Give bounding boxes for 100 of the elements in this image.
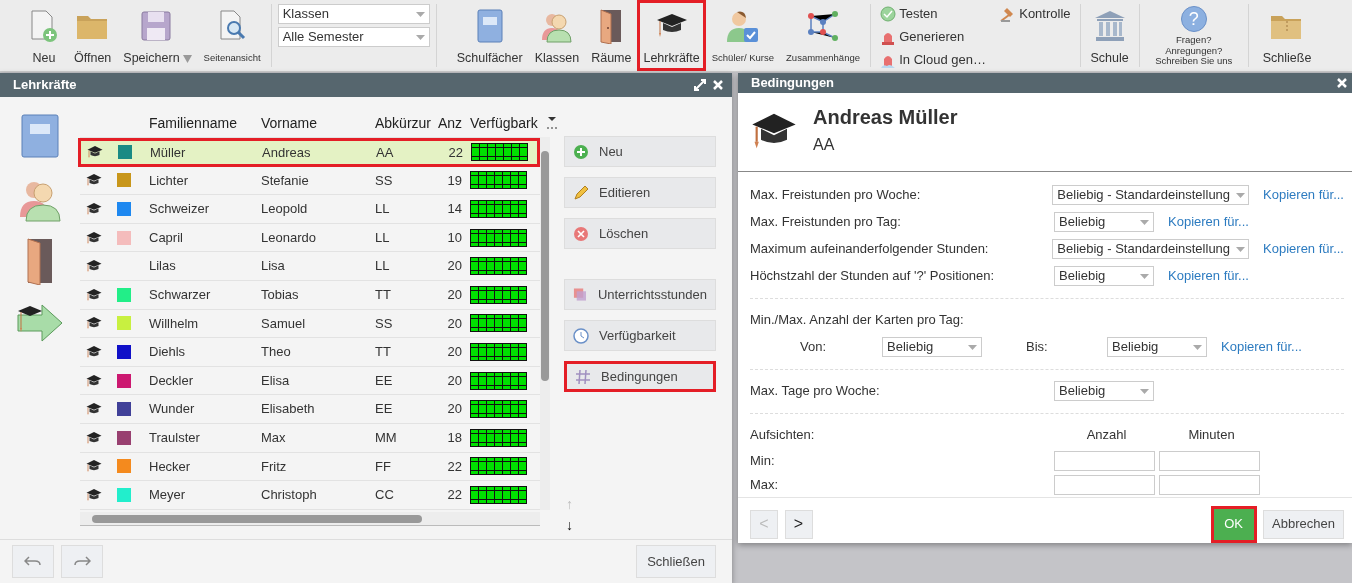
- table-row[interactable]: Schwarzer Tobias TT 20: [80, 280, 540, 310]
- close-icon[interactable]: [712, 79, 724, 91]
- table-cell-text: Stefanie: [261, 171, 310, 190]
- toolbar-button[interactable]: Klassen: [528, 0, 586, 71]
- toolbar-button[interactable]: Schüler/ Kurse: [705, 0, 781, 71]
- dropdown[interactable]: Beliebig: [882, 337, 982, 357]
- table-row[interactable]: Traulster Max MM 18: [80, 423, 540, 453]
- table-row[interactable]: Schweizer Leopold LL 14: [80, 195, 540, 224]
- field-label: Max:: [750, 475, 780, 494]
- table-cell-text: 20: [446, 400, 463, 419]
- input-field[interactable]: [1159, 474, 1260, 495]
- table-cell-text: AA: [376, 143, 395, 162]
- action-button[interactable]: Verfügbarkeit: [564, 320, 716, 351]
- action-button[interactable]: Unterrichtsstunden: [564, 279, 716, 310]
- column-header: Minuten: [1187, 426, 1236, 445]
- copy-link[interactable]: Kopieren für...: [1221, 337, 1302, 357]
- table-row[interactable]: Deckler Elisa EE 20: [80, 366, 540, 396]
- table-cell-text: Hecker: [149, 457, 192, 476]
- copy-link[interactable]: Kopieren für...: [1263, 239, 1344, 259]
- table-row[interactable]: Lilas Lisa LL 20: [80, 252, 540, 281]
- dropdown[interactable]: Beliebig - Standardeinstellung: [1052, 185, 1250, 205]
- caret-icon: [1140, 220, 1149, 226]
- cancel-button[interactable]: Abbrechen: [1263, 509, 1344, 539]
- toolbar-button[interactable]: Seitenansicht: [197, 0, 267, 71]
- dropdown[interactable]: Alle Semester: [277, 27, 430, 47]
- toolbar-action[interactable]: Generieren: [879, 25, 987, 48]
- copy-link[interactable]: Kopieren für...: [1168, 266, 1249, 286]
- availability-grid: [470, 228, 527, 247]
- table-row[interactable]: Lichter Stefanie SS 19: [80, 166, 540, 196]
- redo-button[interactable]: [60, 545, 103, 578]
- copy-link[interactable]: Kopieren für...: [1168, 212, 1249, 232]
- table-row[interactable]: Müller Andreas AA 22: [78, 138, 540, 167]
- dropdown[interactable]: Beliebig - Standardeinstellung: [1052, 239, 1250, 259]
- table-row[interactable]: Hecker Fritz FF 22: [80, 452, 540, 482]
- table-row[interactable]: Willhelm Samuel SS 20: [80, 309, 540, 339]
- availability-grid: [470, 285, 527, 304]
- action-button[interactable]: Neu: [564, 136, 716, 167]
- dropdown[interactable]: Beliebig: [1054, 212, 1154, 232]
- copy-link[interactable]: Kopieren für...: [1263, 185, 1344, 205]
- dropdown[interactable]: Beliebig: [1054, 381, 1154, 401]
- horizontal-scrollbar[interactable]: [80, 511, 540, 526]
- close-button[interactable]: Schließen: [636, 545, 716, 578]
- column-header[interactable]: Vorname: [261, 112, 375, 134]
- table-cell-text: Willhelm: [149, 314, 200, 333]
- toolbar-button[interactable]: Speichern: [117, 0, 198, 71]
- table-cell-text: Meyer: [149, 486, 187, 505]
- column-header[interactable]: Verfügbark: [470, 112, 545, 134]
- toolbar-button[interactable]: Lehrkräfte: [637, 0, 706, 71]
- toolbar-button[interactable]: Öffnen: [68, 0, 118, 71]
- toolbar-button[interactable]: Schulfächer: [450, 0, 529, 71]
- input-field[interactable]: [1054, 474, 1155, 495]
- toolbar-button[interactable]: Räume: [585, 0, 638, 71]
- toolbar-button[interactable]: Neu: [20, 0, 68, 71]
- caret-icon: [1193, 345, 1202, 351]
- availability-grid: [470, 342, 527, 361]
- column-header: Anzahl: [1085, 426, 1128, 445]
- toolbar-button[interactable]: Schließe: [1256, 0, 1318, 71]
- close-icon[interactable]: [1336, 76, 1348, 89]
- action-button[interactable]: Editieren: [564, 177, 716, 208]
- availability-grid: [470, 400, 527, 419]
- table-row[interactable]: Diehls Theo TT 20: [80, 338, 540, 367]
- table-cell-text: Capril: [149, 228, 184, 247]
- column-header[interactable]: Familienname: [149, 112, 261, 134]
- caret-icon: [1140, 274, 1149, 280]
- caret-icon: [1236, 193, 1246, 199]
- table-cell-text: Lilas: [149, 257, 177, 276]
- input-field[interactable]: [1054, 450, 1155, 471]
- pencil-icon: [573, 184, 589, 201]
- move-arrow-button[interactable]: ↓: [566, 515, 580, 536]
- table-cell-text: EE: [375, 400, 394, 419]
- feedback-button[interactable]: ? Fragen? Anregungen? Schreiben Sie uns: [1143, 0, 1244, 71]
- caret-icon: [415, 35, 425, 41]
- toolbar-button[interactable]: Zusammenhänge: [780, 0, 866, 71]
- dropdown[interactable]: Klassen: [277, 4, 430, 24]
- column-header[interactable]: Anz: [438, 112, 470, 134]
- toolbar-action[interactable]: In Cloud gen…: [879, 48, 987, 71]
- table-cell-text: Tobias: [261, 286, 300, 304]
- action-button[interactable]: Bedingungen: [564, 361, 716, 392]
- caret-icon: [968, 345, 977, 351]
- expand-icon[interactable]: [693, 79, 706, 91]
- dropdown[interactable]: Beliebig: [1054, 266, 1154, 286]
- table-row[interactable]: Wunder Elisabeth EE 20: [80, 395, 540, 424]
- window-title: Lehrkräfte: [13, 76, 77, 95]
- input-field[interactable]: [1159, 450, 1260, 471]
- table-row[interactable]: Capril Leonardo LL 10: [80, 223, 540, 253]
- table-cell-text: 10: [446, 228, 463, 247]
- pager-button[interactable]: >: [784, 509, 813, 539]
- table-row[interactable]: Meyer Christoph CC 22: [80, 481, 540, 510]
- toolbar-action[interactable]: Testen: [879, 2, 987, 25]
- caret-icon: [1140, 389, 1149, 395]
- table-cell-text: 20: [446, 257, 463, 276]
- column-header[interactable]: Abkürzur: [375, 112, 438, 134]
- column-menu-icon[interactable]: [545, 116, 559, 130]
- action-button[interactable]: Löschen: [564, 218, 716, 249]
- toolbar-action[interactable]: Kontrolle: [998, 2, 1072, 25]
- availability-grid: [470, 314, 527, 333]
- undo-button[interactable]: [12, 545, 54, 578]
- dropdown[interactable]: Beliebig: [1107, 337, 1207, 357]
- toolbar-button[interactable]: Schule: [1084, 0, 1135, 71]
- vertical-scrollbar[interactable]: [540, 137, 550, 510]
